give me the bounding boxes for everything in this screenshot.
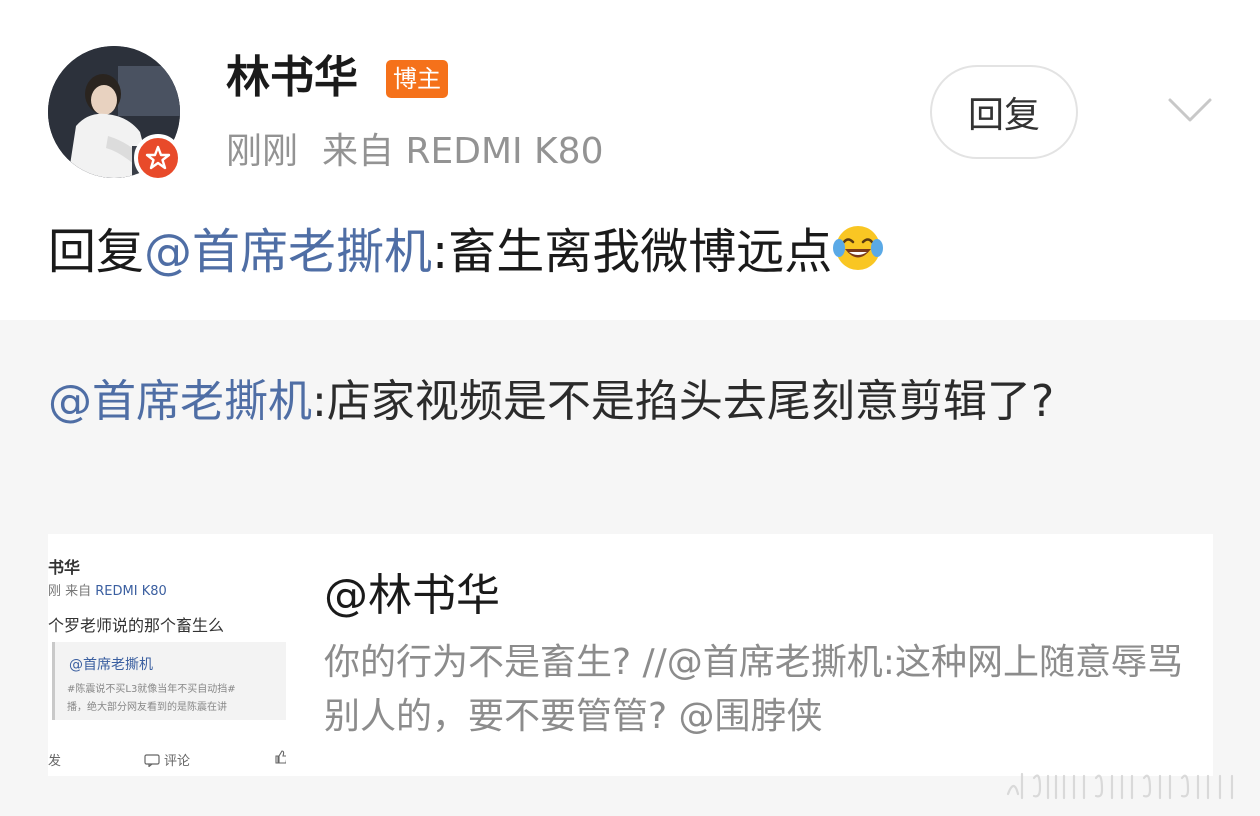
mention-link[interactable]: @首席老撕机 — [144, 224, 432, 280]
like-icon — [274, 750, 286, 768]
blogger-badge: 博主 — [386, 60, 448, 98]
post-text: 回复@首席老撕机:畜生离我微博远点 — [48, 220, 884, 284]
thumb-actions: 发 评论 — [48, 750, 286, 769]
thumb-quote-line2: 播，绝大部分网友看到的是陈震在讲 — [67, 702, 227, 713]
thumb-meta: 刚 来自 REDMI K80 — [48, 580, 167, 599]
thumb-meta-device: REDMI K80 — [95, 584, 167, 599]
quoted-mention-link[interactable]: @首席老撕机 — [48, 376, 312, 427]
card-description: 你的行为不是畜生? //@首席老撕机:这种网上随意辱骂别人的，要不要管管? @围… — [324, 642, 1183, 737]
thumb-body: 个罗老师说的那个畜生么 — [48, 616, 225, 635]
thumb-action-comment-label: 评论 — [164, 754, 191, 769]
quoted-body: :店家视频是不是掐头去尾刻意剪辑了? — [312, 376, 1055, 427]
post-source: 来自 REDMI K80 — [322, 131, 604, 172]
thumb-quote: @首席老撕机 #陈震说不买L3就像当年不买自动挡# 播，绝大部分网友看到的是陈震… — [52, 642, 286, 720]
embedded-card[interactable]: 书华 刚 来自 REDMI K80 个罗老师说的那个畜生么 @首席老撕机 #陈震… — [48, 534, 1213, 776]
thumb-action-comment: 评论 — [144, 750, 190, 769]
thumb-meta-prefix: 刚 来自 — [48, 584, 96, 599]
card-title[interactable]: @林书华 — [324, 568, 500, 624]
post-meta: 刚刚 来自 REDMI K80 — [226, 126, 603, 178]
post-body: :畜生离我微博远点 — [432, 224, 833, 280]
thumb-quote-line1: #陈震说不买L3就像当年不买自动挡# — [67, 684, 236, 695]
quoted-text: @首席老撕机:店家视频是不是掐头去尾刻意剪辑了? — [48, 366, 1188, 438]
card-thumbnail: 书华 刚 来自 REDMI K80 个罗老师说的那个畜生么 @首席老撕机 #陈震… — [48, 534, 286, 776]
chevron-down-icon[interactable] — [1166, 94, 1214, 126]
quoted-post[interactable]: @首席老撕机:店家视频是不是掐头去尾刻意剪辑了? 书华 刚 来自 REDMI K… — [0, 320, 1260, 816]
reply-button[interactable]: 回复 — [930, 65, 1078, 159]
username[interactable]: 林书华 — [226, 48, 358, 108]
post-time: 刚刚 — [226, 131, 299, 172]
weibo-comment-page: 林书华 博主 刚刚 来自 REDMI K80 回复 回复@首席老撕机:畜生离我微博… — [0, 0, 1260, 816]
verified-star-icon — [134, 134, 182, 182]
thumb-username: 书华 — [48, 558, 81, 577]
thumb-action-repost: 发 — [48, 754, 62, 769]
comment-icon — [144, 754, 160, 768]
laugh-cry-emoji-icon — [832, 222, 884, 274]
thumb-quote-title: @首席老撕机 — [69, 657, 153, 673]
watermark-logo — [1006, 772, 1234, 800]
reply-prefix: 回复 — [48, 224, 145, 280]
